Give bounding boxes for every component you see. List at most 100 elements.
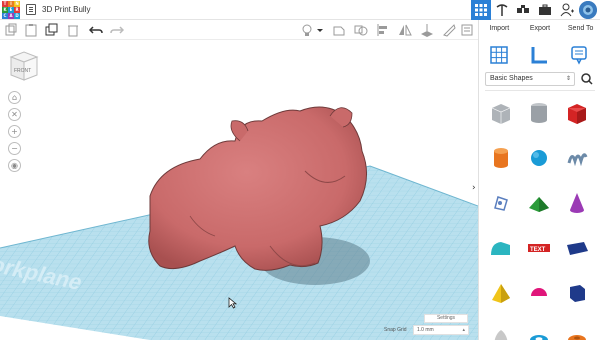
grid-view-icon [475, 4, 487, 16]
box-hole-icon [491, 104, 511, 124]
shape-box-hole[interactable] [486, 98, 516, 128]
half-sphere-icon [531, 288, 547, 296]
shape-generators-icon [494, 196, 508, 211]
torus-icon [530, 335, 548, 340]
view-cube[interactable]: FRONT [8, 49, 40, 83]
polygon-icon [570, 285, 585, 302]
shape-category-select[interactable]: Basic Shapes ⇕ [485, 72, 575, 86]
zoom-out-button[interactable]: − [8, 142, 21, 155]
edit-toolbar [0, 20, 478, 40]
duplicate-icon[interactable] [45, 23, 59, 37]
snap-grid-value: 1.0 mm [417, 327, 434, 333]
shape-wedge[interactable] [562, 233, 592, 263]
shape-shape-generators[interactable] [486, 188, 516, 218]
add-user-icon[interactable] [560, 3, 574, 17]
pyramid-icon [492, 284, 510, 303]
fit-view-icon: ✕ [11, 110, 18, 119]
settings-button[interactable]: Settings [424, 314, 468, 323]
logo-letter: D [14, 13, 20, 19]
export-button[interactable]: Export [520, 20, 561, 40]
fit-view-button[interactable]: ✕ [8, 108, 21, 121]
import-button[interactable]: Import [479, 20, 520, 40]
scene: Workplane [0, 106, 478, 340]
shape-box[interactable] [562, 98, 592, 128]
avatar-icon [579, 1, 597, 19]
shape-pyramid[interactable] [486, 278, 516, 308]
panel-actions: Import Export Send To [479, 20, 600, 40]
roof-icon [529, 197, 549, 212]
perspective-button[interactable]: ◉ [8, 159, 21, 172]
briefcase-icon[interactable] [538, 3, 552, 17]
zoom-in-icon: + [11, 127, 18, 136]
pickaxe-icon[interactable] [495, 3, 509, 17]
panel-mode-icons [479, 42, 600, 72]
flip-icon[interactable] [398, 23, 412, 37]
cone-icon [570, 193, 584, 213]
shape-icon[interactable] [332, 23, 346, 37]
zoom-in-button[interactable]: + [8, 125, 21, 138]
cylinder-icon [494, 148, 508, 168]
paste-icon[interactable] [24, 23, 38, 37]
view-cube-label: FRONT [14, 68, 31, 74]
document-title[interactable]: 3D Print Bully [42, 5, 90, 14]
round-roof-icon [491, 242, 510, 255]
notes-icon[interactable] [460, 23, 474, 37]
cylinder-hole-icon [531, 103, 547, 123]
shapes-panel: Import Export Send To Basic Shapes ⇕ TEX… [478, 20, 600, 340]
tube-icon [568, 335, 586, 340]
grid-shapes-icon[interactable] [489, 44, 509, 66]
shape-text[interactable]: TEXT [524, 233, 554, 263]
shape-torus[interactable] [524, 323, 554, 340]
perspective-icon: ◉ [11, 161, 18, 170]
align-icon[interactable] [376, 23, 390, 37]
sphere-icon [531, 150, 547, 166]
send-to-button[interactable]: Send To [560, 20, 600, 40]
shape-cylinder[interactable] [486, 143, 516, 173]
copy-icon[interactable] [4, 23, 18, 37]
select-arrows-icon: ⇕ [565, 76, 571, 82]
snap-grid-select[interactable]: 1.0 mm [413, 325, 469, 335]
mouse-cursor-icon [228, 297, 237, 309]
paraboloid-icon [494, 330, 508, 340]
shape-tube[interactable] [562, 323, 592, 340]
wedge-icon [567, 242, 588, 255]
box-icon [568, 104, 586, 124]
home-view-button[interactable]: ⌂ [8, 91, 21, 104]
view-navigation: ⌂ ✕ + − ◉ [8, 91, 22, 176]
delete-icon[interactable] [66, 23, 80, 37]
search-icon[interactable] [579, 72, 595, 86]
svg-text:TEXT: TEXT [530, 247, 546, 253]
top-bar: TINKERCAD 3D Print Bully [0, 0, 600, 20]
codeblocks-icon[interactable] [516, 3, 530, 17]
ruler-icon[interactable] [442, 23, 456, 37]
scribble-icon [567, 153, 588, 167]
ruler-tool-icon[interactable] [529, 44, 549, 66]
shape-category-value: Basic Shapes [490, 75, 533, 82]
tinkercad-logo[interactable]: TINKERCAD [2, 1, 20, 19]
panel-divider [485, 90, 595, 91]
text-icon: TEXT [528, 244, 550, 253]
redo-icon[interactable] [110, 23, 124, 37]
snap-grid-label: Snap Grid [384, 327, 407, 333]
grid-view-button[interactable] [471, 0, 491, 20]
zoom-out-icon: − [11, 144, 18, 153]
design-menu-icon[interactable] [26, 4, 36, 15]
shape-cone[interactable] [562, 188, 592, 218]
shape-round-roof[interactable] [486, 233, 516, 263]
notes-panel-icon[interactable] [569, 44, 589, 66]
shape-polygon[interactable] [562, 278, 592, 308]
3d-viewport[interactable]: Workplane FRONT ⌂ ✕ + − ◉ Settings Snap … [0, 41, 478, 340]
group-icon[interactable] [354, 23, 368, 37]
chevron-down-icon[interactable] [316, 23, 324, 37]
shape-cylinder-hole[interactable] [524, 98, 554, 128]
shape-scribble[interactable] [562, 143, 592, 173]
light-icon[interactable] [300, 23, 314, 37]
shape-half-sphere[interactable] [524, 278, 554, 308]
avatar[interactable] [579, 1, 597, 19]
shape-roof[interactable] [524, 188, 554, 218]
home-view-icon: ⌂ [11, 93, 18, 102]
shape-paraboloid[interactable] [486, 323, 516, 340]
shape-sphere[interactable] [524, 143, 554, 173]
undo-icon[interactable] [89, 23, 103, 37]
workplane-icon[interactable] [420, 23, 434, 37]
